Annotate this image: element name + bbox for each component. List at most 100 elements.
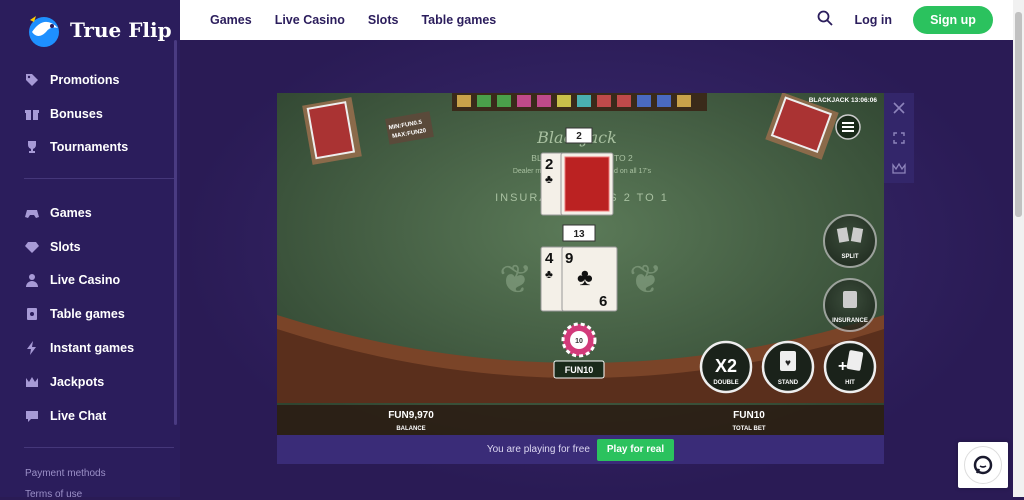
sidebar-item-live-casino[interactable]: Live Casino: [0, 264, 172, 298]
top-nav-live-casino[interactable]: Live Casino: [275, 13, 345, 27]
sidebar-item-live-chat[interactable]: Live Chat: [0, 399, 172, 433]
sidebar-item-instant-games[interactable]: Instant games: [0, 331, 172, 365]
sidebar-item-promotions[interactable]: Promotions: [0, 63, 172, 97]
free-play-text: You are playing for free: [486, 444, 590, 455]
footer-link-terms[interactable]: Terms of use: [25, 489, 82, 500]
footer-link-payment-methods[interactable]: Payment methods: [25, 468, 106, 479]
sidebar-item-games[interactable]: Games: [0, 196, 172, 230]
top-nav-slots[interactable]: Slots: [368, 13, 399, 27]
person-icon: [24, 272, 40, 288]
sidebar-item-label: Slots: [50, 239, 81, 254]
hit-button[interactable]: + HIT: [823, 340, 877, 394]
insurance-button[interactable]: INSURANCE: [823, 278, 877, 332]
stand-button[interactable]: ♥ STAND: [761, 340, 815, 394]
svg-text:4: 4: [545, 250, 554, 267]
svg-text:♥: ♥: [785, 358, 791, 369]
sidebar-item-label: Games: [50, 205, 92, 220]
gift-icon: [24, 106, 40, 122]
diamond-icon: [24, 239, 40, 255]
svg-text:X2: X2: [715, 356, 737, 376]
svg-text:FUN10: FUN10: [565, 365, 594, 375]
bet-chip: 10: [561, 322, 597, 358]
dealer-hidden-card: [560, 152, 614, 216]
top-nav: Games Live Casino Slots Table games: [210, 0, 496, 40]
svg-text:FUN9,970: FUN9,970: [388, 410, 434, 421]
svg-text:SPLIT: SPLIT: [841, 254, 858, 260]
blackjack-game[interactable]: MIN:FUN0.5 MAX:FUN20 BlackJack BLACKJACK…: [277, 93, 884, 435]
dolphin-logo-icon: [29, 16, 59, 47]
chat-bubble-icon[interactable]: [964, 446, 1002, 484]
svg-text:DOUBLE: DOUBLE: [713, 380, 738, 386]
scrollbar-thumb[interactable]: [1015, 12, 1022, 217]
svg-text:HIT: HIT: [845, 380, 855, 386]
sidebar-item-bonuses[interactable]: Bonuses: [0, 97, 172, 131]
sidebar-item-jackpots[interactable]: Jackpots: [0, 365, 172, 399]
card-shoe: [302, 97, 362, 165]
svg-text:BALANCE: BALANCE: [396, 426, 425, 432]
sidebar-item-label: Jackpots: [50, 374, 105, 389]
felt-ornament-right-icon: ❦: [629, 258, 663, 302]
top-nav-table-games[interactable]: Table games: [421, 13, 496, 27]
page-scrollbar[interactable]: [1013, 0, 1024, 497]
sidebar-group-promo: Promotions Bonuses Tournaments: [0, 63, 172, 164]
svg-text:9: 9: [565, 250, 573, 267]
sidebar-group-games: Games Slots Live Casino Table games Inst…: [0, 196, 172, 433]
sidebar-item-label: Live Casino: [50, 273, 121, 288]
search-icon[interactable]: [817, 10, 833, 31]
player-card-9-6-clubs: 9 ♣ 6: [561, 246, 618, 312]
svg-text:2: 2: [576, 131, 582, 142]
login-link[interactable]: Log in: [855, 13, 893, 27]
dealer-score: 2: [565, 127, 593, 144]
sidebar-item-label: Table games: [50, 307, 125, 322]
sidebar-item-label: Promotions: [50, 72, 120, 87]
play-for-real-button[interactable]: Play for real: [596, 438, 675, 461]
sidebar-divider: [24, 447, 174, 448]
sidebar-item-table-games[interactable]: Table games: [0, 297, 172, 331]
fullscreen-icon[interactable]: [884, 123, 914, 153]
bet-amount: FUN10: [553, 360, 605, 379]
signup-button[interactable]: Sign up: [913, 6, 993, 34]
sidebar-item-label: Tournaments: [50, 140, 129, 155]
sidebar-item-label: Bonuses: [50, 106, 103, 121]
svg-text:♣: ♣: [545, 267, 553, 281]
svg-text:♣: ♣: [545, 172, 553, 186]
tag-icon: [24, 72, 40, 88]
crown-icon[interactable]: [884, 153, 914, 183]
hud-bar: [277, 405, 884, 435]
player-score: 13: [562, 224, 596, 242]
sidebar-item-tournaments[interactable]: Tournaments: [0, 131, 172, 165]
svg-text:+: +: [838, 358, 847, 375]
play-mode-bar: You are playing for free Play for real: [277, 435, 884, 464]
lightning-icon: [24, 340, 40, 356]
game-side-tools: [884, 93, 914, 183]
game-title-clock: BLACKJACK 13:06:06: [809, 97, 878, 104]
svg-text:2: 2: [545, 156, 553, 173]
brand-logo[interactable]: True Flip: [24, 10, 172, 50]
svg-text:6: 6: [599, 293, 607, 310]
split-button[interactable]: SPLIT: [823, 214, 877, 268]
card-icon: [24, 306, 40, 322]
svg-text:13: 13: [573, 229, 585, 240]
svg-text:INSURANCE: INSURANCE: [832, 318, 868, 324]
sidebar-item-label: Instant games: [50, 341, 135, 356]
gamepad-icon: [24, 205, 40, 221]
game-menu-button[interactable]: [835, 114, 861, 140]
top-bar: Games Live Casino Slots Table games Log …: [180, 0, 1013, 40]
svg-text:♣: ♣: [577, 264, 593, 291]
sidebar-item-slots[interactable]: Slots: [0, 230, 172, 264]
sidebar-scrollbar[interactable]: [174, 40, 177, 425]
brand-name: True Flip: [70, 18, 172, 42]
sidebar: True Flip Promotions Bonuses Tournaments…: [0, 0, 180, 500]
close-icon[interactable]: [884, 93, 914, 123]
svg-text:TOTAL BET: TOTAL BET: [733, 426, 766, 432]
crown-icon: [24, 374, 40, 390]
svg-text:STAND: STAND: [778, 380, 799, 386]
felt-ornament-left-icon: ❦: [499, 258, 533, 302]
svg-text:10: 10: [575, 338, 583, 345]
sidebar-divider: [24, 178, 174, 179]
live-chat-widget[interactable]: [958, 442, 1008, 488]
svg-text:FUN10: FUN10: [733, 410, 765, 421]
chat-icon: [24, 408, 40, 424]
top-nav-games[interactable]: Games: [210, 13, 252, 27]
double-button[interactable]: X2 DOUBLE: [699, 340, 753, 394]
